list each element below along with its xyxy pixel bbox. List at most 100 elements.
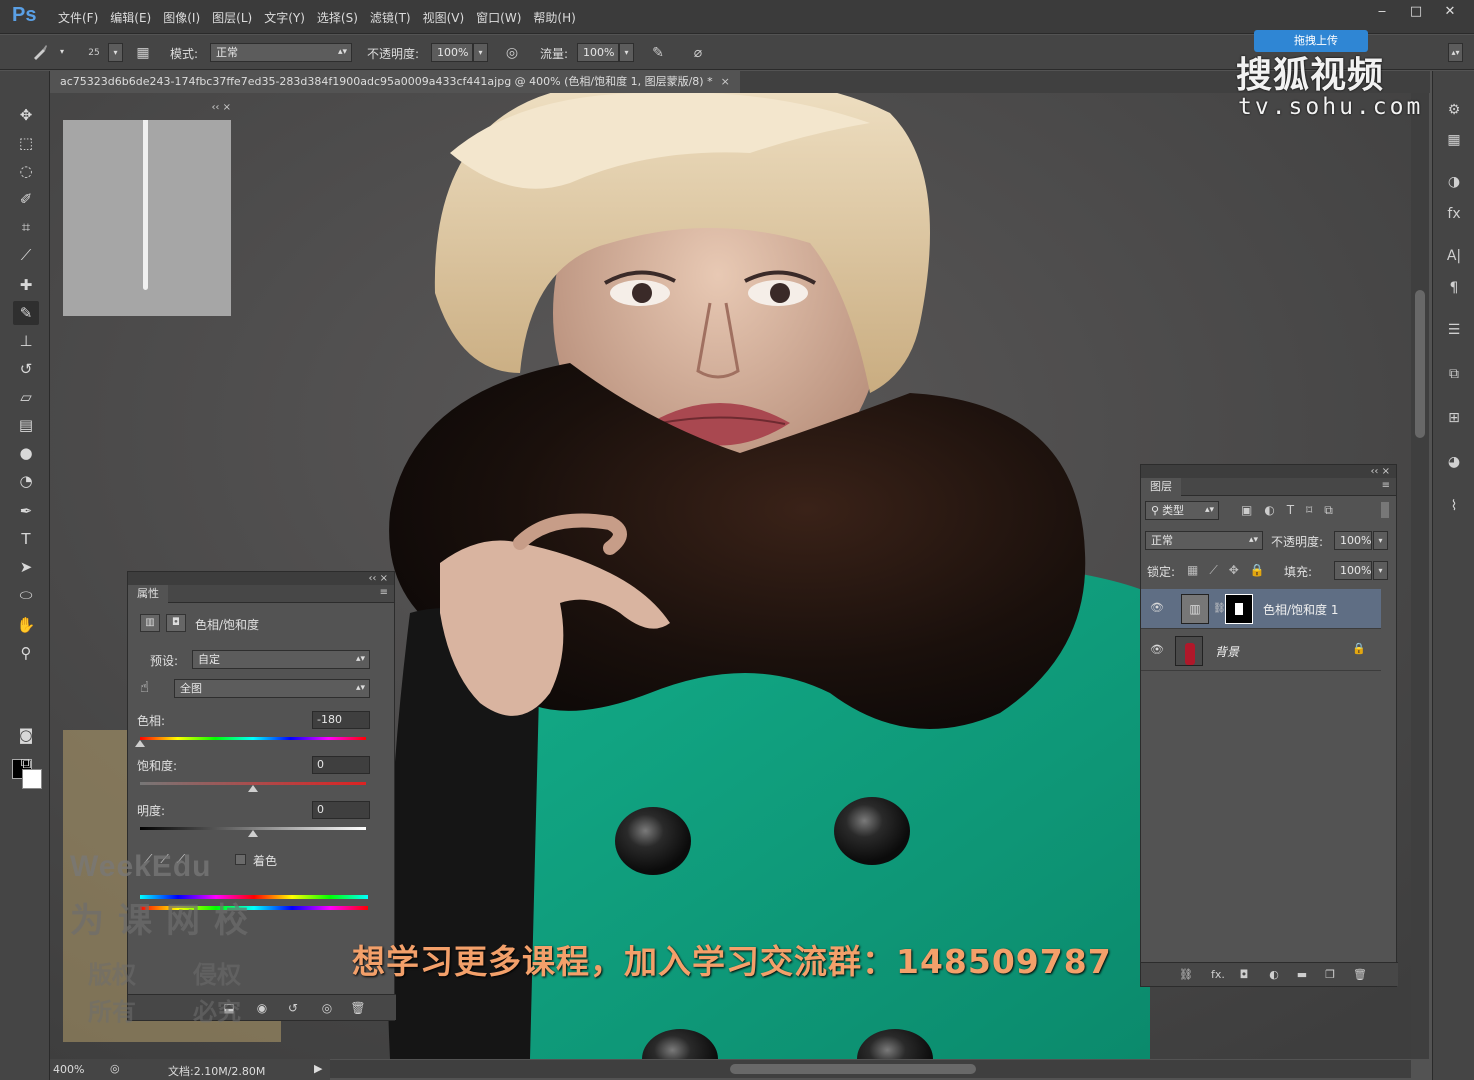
move-tool-icon[interactable]: ✥ [13,103,39,127]
add-mask-icon[interactable]: ◘ [1235,966,1253,984]
eye-icon[interactable]: 👁 [1149,643,1165,659]
targeted-adjust-hand-icon[interactable]: ☝ [140,678,149,696]
layer-row-hue-saturation[interactable]: 👁 ▥ ⛓ 色相/饱和度 1 [1141,589,1381,629]
character-panel-icon[interactable]: A| [1442,245,1466,267]
status-info-icon[interactable]: ◎ [110,1062,120,1075]
history-brush-tool-icon[interactable]: ↺ [13,357,39,381]
preset-select[interactable]: 自定 ▴▾ [192,650,370,669]
menu-filter[interactable]: 滤镜(T) [364,9,417,26]
brush-size-picker[interactable]: 25 [80,43,108,63]
tab-close-icon[interactable]: × [721,75,730,88]
fill-input[interactable]: 100% [1334,561,1372,580]
saturation-slider-thumb[interactable] [248,785,258,792]
layer-row-background[interactable]: 👁 背景 🔒 [1141,631,1381,671]
hue-input[interactable]: -180 [312,711,370,729]
menu-file[interactable]: 文件(F) [52,9,104,26]
blur-tool-icon[interactable]: ● [13,441,39,465]
grid-panel-icon[interactable]: ▦ [1442,129,1466,151]
menu-view[interactable]: 视图(V) [417,9,471,26]
color-panel-icon[interactable]: ◑ [1442,171,1466,193]
filter-toggle[interactable] [1381,502,1389,518]
menu-window[interactable]: 窗口(W) [470,9,527,26]
lock-icons[interactable]: ▦⟋✥🔒 [1187,563,1276,578]
zoom-tool-icon[interactable]: ⚲ [13,641,39,665]
menu-help[interactable]: 帮助(H) [527,9,581,26]
menu-image[interactable]: 图像(I) [157,9,206,26]
view-previous-icon[interactable]: ◉ [253,999,271,1017]
layers-menu-icon[interactable]: ≡ [1382,480,1390,491]
close-button[interactable]: ✕ [1436,2,1464,22]
brush-panel-toggle-icon[interactable]: ▦ [133,43,153,63]
layer-filter-select[interactable]: ⚲ 类型 ▴▾ [1145,501,1219,520]
brush-tool-icon[interactable]: ✎ [13,301,39,325]
zoom-level[interactable]: 400% [53,1063,84,1076]
quick-select-tool-icon[interactable]: ✐ [13,187,39,211]
channels-panel-icon[interactable]: ◕ [1442,451,1466,473]
paragraph-panel-icon[interactable]: ¶ [1442,277,1466,299]
ellipse-tool-icon[interactable]: ⬭ [13,583,39,607]
clone-source-icon[interactable]: ⧉ [1442,363,1466,385]
lasso-tool-icon[interactable]: ◌ [13,159,39,183]
layer-comps-icon[interactable]: ⊞ [1442,407,1466,429]
document-tab[interactable]: ac75323d6b6de243-174fbc37ffe7ed35-283d38… [50,71,740,93]
delete-adjustment-icon[interactable]: 🗑 [349,999,367,1017]
lightness-input[interactable]: 0 [312,801,370,819]
layer-opacity-input[interactable]: 100% [1334,531,1372,550]
chain-link-icon[interactable]: ⛓ [1213,603,1226,614]
menu-layer[interactable]: 图层(L) [206,9,258,26]
panel-menu-icon[interactable]: ≡ [380,587,388,598]
workspace-dropdown[interactable]: ▴▾ [1448,43,1463,62]
menu-type[interactable]: 文字(Y) [258,9,311,26]
minimize-button[interactable]: ‒ [1368,2,1396,22]
healing-brush-tool-icon[interactable]: ✚ [13,273,39,297]
layer-style-icon[interactable]: fx. [1205,966,1231,984]
flow-input[interactable]: 100% [577,43,619,62]
layer-opacity-dropdown[interactable]: ▾ [1373,531,1388,550]
pen-tool-icon[interactable]: ✒ [13,499,39,523]
saturation-input[interactable]: 0 [312,756,370,774]
layer-mask-thumbnail[interactable] [1225,594,1253,624]
brush-preview-controls[interactable]: ‹‹ × [55,102,235,118]
paths-panel-icon[interactable]: ⌇ [1442,495,1466,517]
link-layers-icon[interactable]: ⛓ [1177,966,1195,984]
layers-tab[interactable]: 图层 [1141,478,1181,496]
tool-preset-dropdown[interactable]: ▾ [56,43,68,62]
airbrush-icon[interactable]: ✎ [648,43,668,63]
panel-collapse-controls[interactable]: ‹‹ × [128,572,394,585]
styles-panel-icon[interactable]: fx [1442,203,1466,225]
gradient-tool-icon[interactable]: ▤ [13,413,39,437]
status-menu-arrow-icon[interactable]: ▶ [314,1062,322,1075]
adjustment-icon[interactable]: ▥ [140,614,160,632]
screen-mode-icon[interactable]: ⧉ [13,751,39,775]
new-adjustment-icon[interactable]: ◐ [1265,966,1283,984]
visibility-icon[interactable]: ◎ [318,999,336,1017]
opacity-dropdown[interactable]: ▾ [473,43,488,62]
type-tool-icon[interactable]: T [13,527,39,551]
colorize-checkbox[interactable] [235,854,246,865]
fill-dropdown[interactable]: ▾ [1373,561,1388,580]
menu-edit[interactable]: 编辑(E) [104,9,157,26]
brush-tool-icon[interactable] [30,43,50,63]
delete-layer-icon[interactable]: 🗑 [1351,966,1369,984]
crop-tool-icon[interactable]: ⌗ [13,215,39,239]
hand-tool-icon[interactable]: ✋ [13,613,39,637]
eyedropper-tool-icon[interactable]: ⟋ [13,243,39,267]
eraser-tool-icon[interactable]: ▱ [13,385,39,409]
hue-slider-track[interactable] [140,737,366,740]
quick-mask-icon[interactable]: ◙ [13,723,39,747]
vertical-scroll-thumb[interactable] [1415,290,1425,438]
mask-icon[interactable]: ◘ [166,614,186,632]
opacity-input[interactable]: 100% [431,43,473,62]
adjustments-panel-icon[interactable]: ☰ [1442,319,1466,341]
eye-icon[interactable]: 👁 [1149,601,1165,617]
layers-collapse-controls[interactable]: ‹‹ × [1141,465,1396,478]
range-select[interactable]: 全图 ▴▾ [174,679,370,698]
vertical-scrollbar[interactable] [1411,93,1429,1059]
dodge-tool-icon[interactable]: ◔ [13,469,39,493]
brush-picker-dropdown[interactable]: ▾ [108,43,123,62]
lightness-slider-thumb[interactable] [248,830,258,837]
reset-icon[interactable]: ↺ [284,999,302,1017]
horizontal-scrollbar[interactable] [330,1060,1411,1078]
blend-mode-select[interactable]: 正常 ▴▾ [1145,531,1263,550]
pressure-size-icon[interactable]: ⌀ [688,43,708,63]
